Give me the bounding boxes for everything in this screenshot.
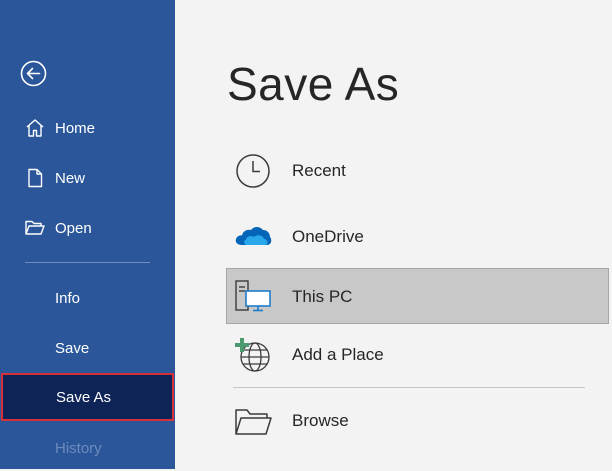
sidebar-item-label: Save (55, 339, 90, 357)
sidebar-item-label: Info (55, 289, 81, 307)
location-label: Browse (292, 411, 349, 430)
sidebar-item-home[interactable]: Home (0, 105, 175, 151)
sidebar-item-label: New (55, 169, 86, 187)
sidebar-item-save[interactable]: Save (0, 325, 175, 371)
location-label: Recent (292, 161, 346, 180)
location-onedrive[interactable]: OneDrive (227, 212, 607, 262)
sidebar-item-save-as[interactable]: Save As (1, 373, 174, 421)
back-button[interactable] (20, 60, 47, 87)
backstage-sidebar: Home New Open Info Save Save As History (0, 0, 175, 469)
cloud-icon (235, 227, 272, 245)
open-folder-icon (25, 220, 45, 235)
location-browse[interactable]: Browse (227, 396, 607, 446)
location-add-a-place[interactable]: Add a Place (227, 330, 607, 380)
sidebar-item-label: History (55, 439, 102, 457)
sidebar-item-label: Open (55, 219, 92, 237)
sidebar-item-open[interactable]: Open (0, 205, 175, 251)
back-arrow-icon (20, 60, 47, 87)
location-label: This PC (292, 287, 353, 306)
locations-divider (233, 387, 585, 388)
location-label: Add a Place (292, 345, 384, 364)
home-icon (26, 119, 44, 137)
location-recent[interactable]: Recent (227, 146, 607, 196)
sidebar-item-new[interactable]: New (0, 155, 175, 201)
sidebar-item-history: History (0, 425, 175, 471)
globe-add-icon (235, 338, 270, 372)
folder-icon (235, 409, 272, 435)
computer-icon (235, 280, 271, 312)
new-document-icon (28, 168, 43, 188)
location-this-pc[interactable]: This PC (226, 268, 609, 324)
location-label: OneDrive (292, 227, 364, 246)
sidebar-item-label: Save As (56, 388, 112, 406)
page-title: Save As (227, 58, 400, 110)
sidebar-divider (25, 262, 150, 263)
sidebar-item-info[interactable]: Info (0, 275, 175, 321)
sidebar-item-label: Home (55, 119, 96, 137)
clock-icon (236, 154, 270, 188)
save-as-panel: Save As Recent OneDrive This PC Add a Pl… (175, 0, 612, 469)
